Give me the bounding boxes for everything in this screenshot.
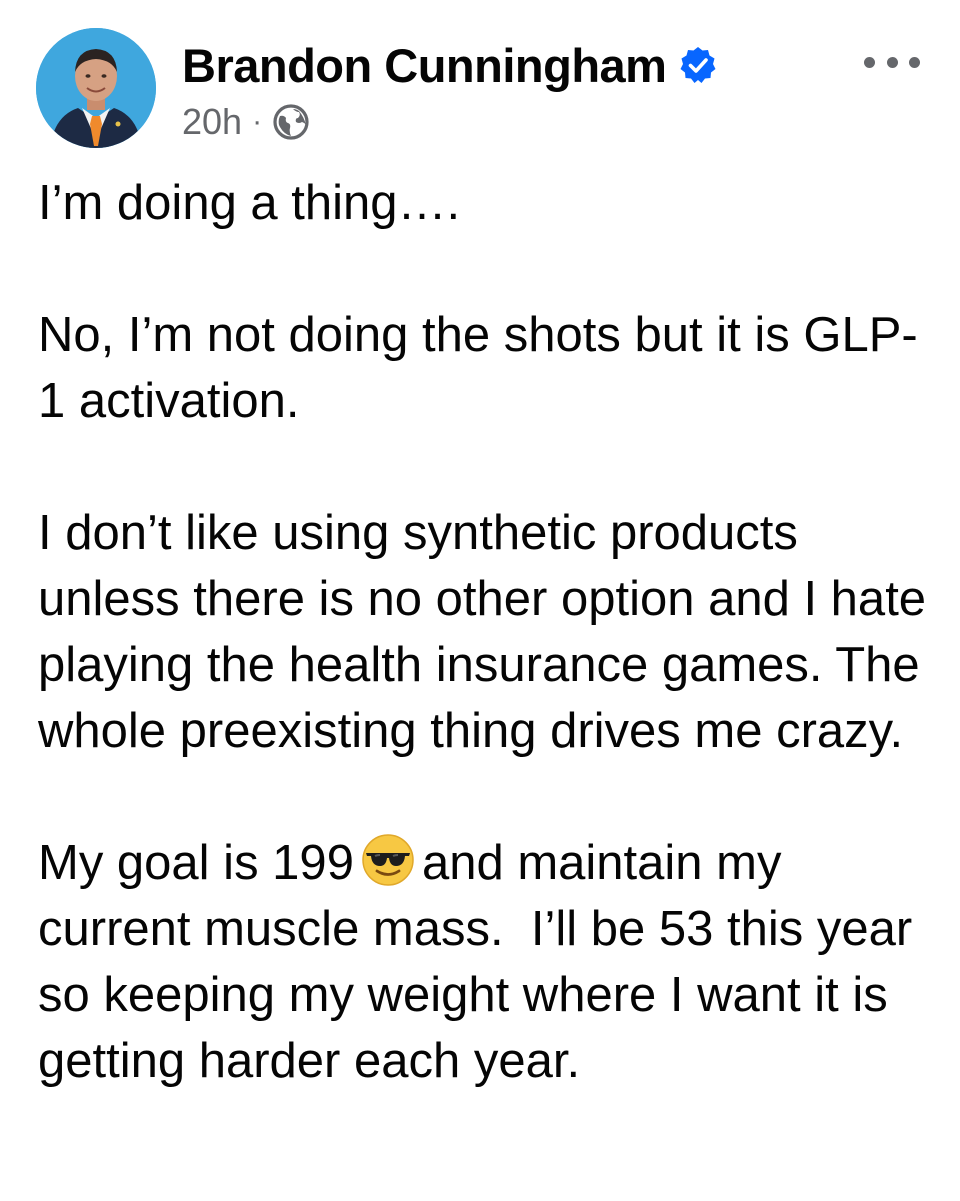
author-name[interactable]: Brandon Cunningham [182, 38, 667, 93]
post-paragraph: No, I’m not doing the shots but it is GL… [38, 308, 918, 428]
post-meta: 20h · [182, 100, 310, 144]
more-dot [909, 56, 920, 68]
author-row: Brandon Cunningham [182, 34, 718, 96]
more-options-icon[interactable] [864, 52, 920, 72]
post-header: Brandon Cunningham 20h · [36, 28, 924, 152]
post-paragraph: I’m doing a thing…. [38, 176, 461, 230]
post-body: I’m doing a thing…. No, I’m not doing th… [38, 170, 938, 1094]
meta-separator: · [252, 105, 263, 138]
more-dot [886, 56, 898, 68]
verified-badge-icon [678, 45, 718, 85]
post-paragraph: I don’t like using synthetic products un… [38, 506, 940, 758]
goal-text-before: My goal is 199 [38, 836, 354, 890]
avatar[interactable] [36, 28, 156, 148]
more-dot [864, 56, 875, 68]
post-paragraph-goal: My goal is 199😎and maintain my current m… [38, 830, 938, 1094]
profile-photo [36, 28, 156, 148]
post-timestamp[interactable]: 20h [182, 101, 242, 143]
facebook-post: Brandon Cunningham 20h · I’m doing a thi… [0, 0, 960, 1201]
sunglasses-emoji-icon: 😎 [360, 831, 416, 887]
globe-icon[interactable] [272, 103, 310, 141]
